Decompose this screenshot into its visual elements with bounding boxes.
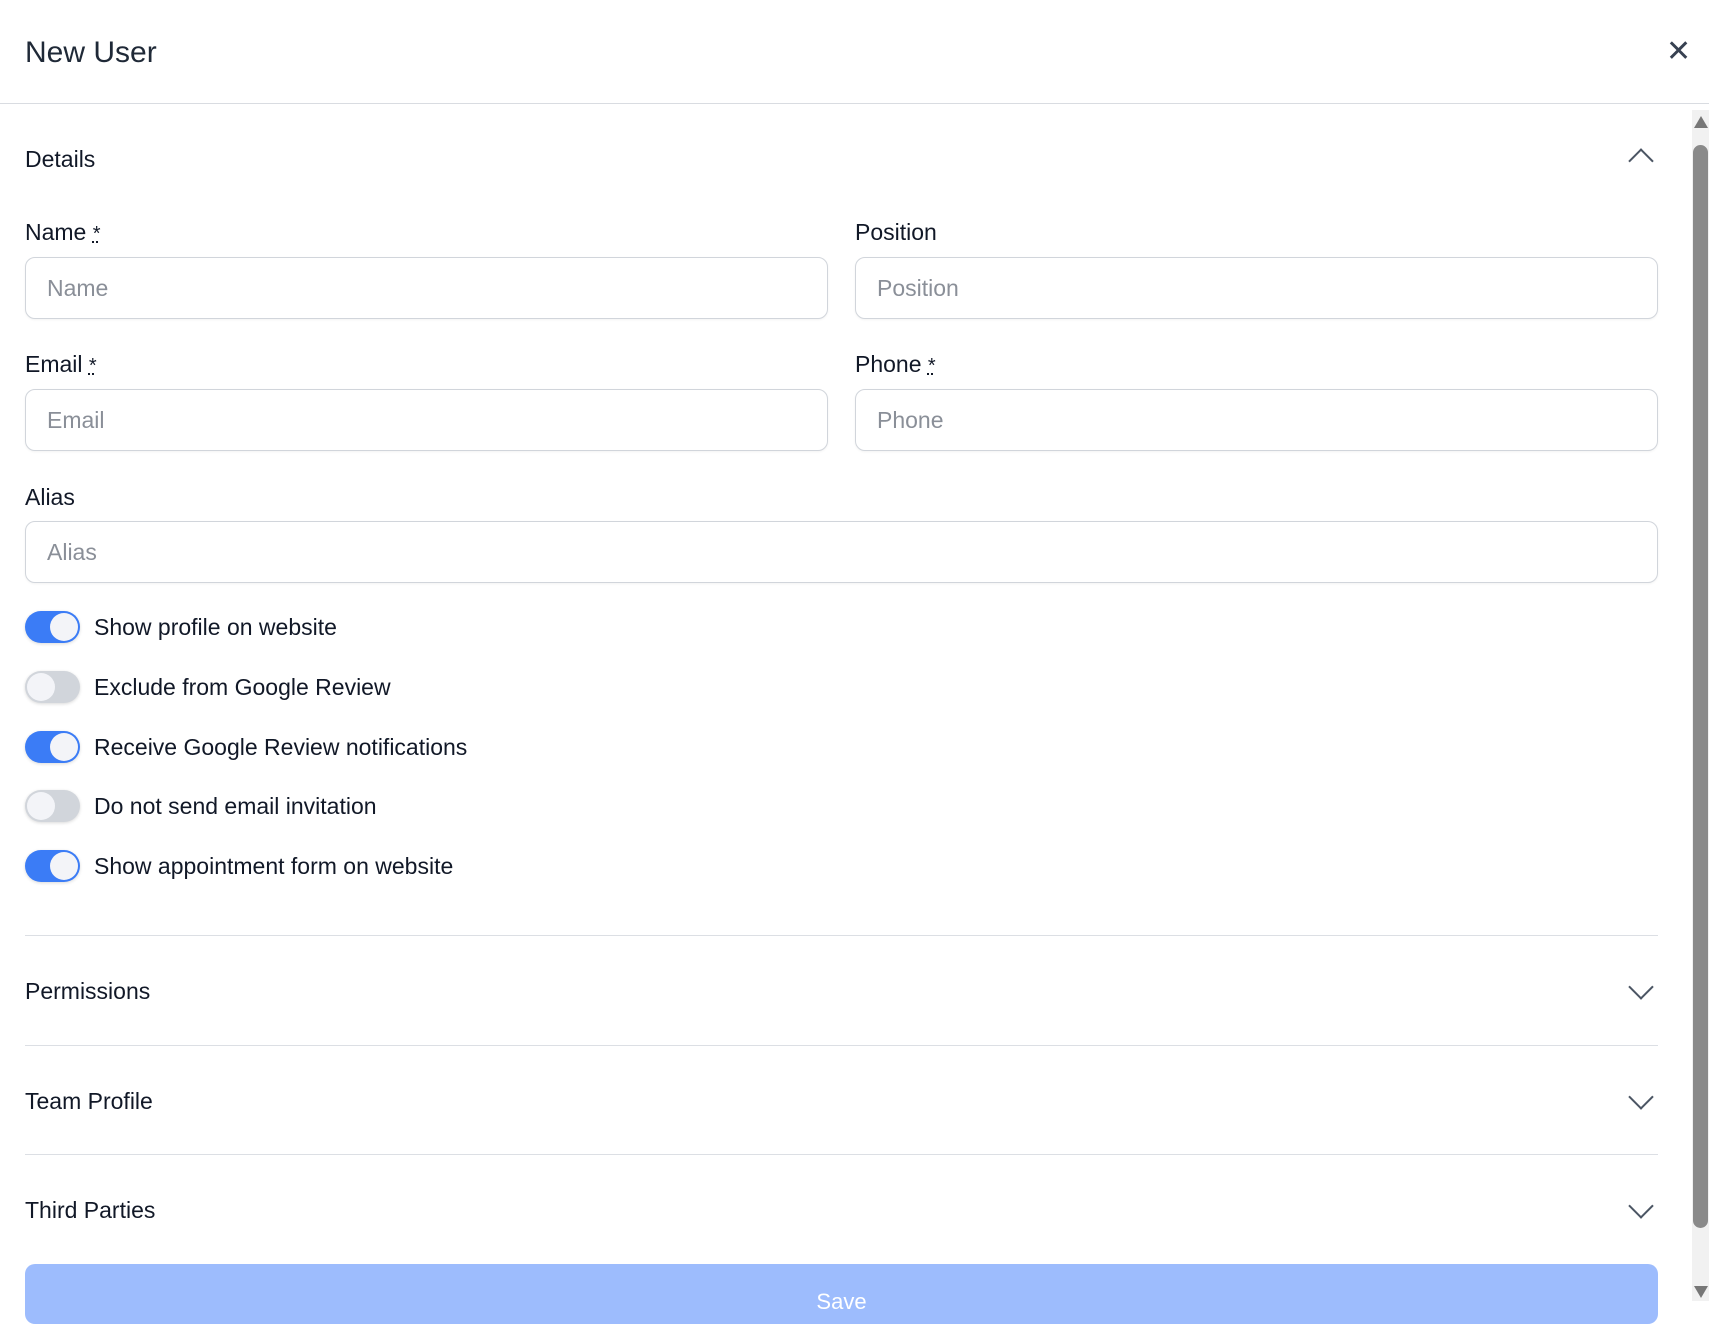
toggle-label: Show appointment form on website	[94, 853, 454, 879]
position-input[interactable]	[855, 257, 1658, 319]
name-label: Name *	[25, 219, 101, 246]
section-details-header[interactable]: Details	[25, 146, 95, 173]
toggle-knob	[50, 733, 78, 761]
scrollbar-thumb[interactable]	[1693, 145, 1708, 1228]
toggle-knob	[27, 792, 55, 820]
save-button[interactable]: Save	[25, 1264, 1658, 1324]
toggle-switch[interactable]	[25, 790, 80, 822]
required-marker: *	[88, 355, 97, 377]
toggle-label: Receive Google Review notifications	[94, 734, 468, 760]
chevron-up-icon[interactable]	[1628, 148, 1654, 174]
alias-input[interactable]	[25, 521, 1658, 583]
toggle-knob	[27, 673, 55, 701]
toggle-label: Exclude from Google Review	[94, 674, 391, 700]
toggle-switch[interactable]	[25, 731, 80, 763]
scroll-up-arrow-icon[interactable]	[1694, 116, 1708, 128]
alias-label: Alias	[25, 484, 75, 510]
toggle-knob	[50, 852, 78, 880]
divider	[25, 1045, 1658, 1046]
chevron-down-icon[interactable]	[1628, 1193, 1654, 1219]
toggle-switch[interactable]	[25, 850, 80, 882]
scroll-down-arrow-icon[interactable]	[1694, 1286, 1708, 1298]
section-permissions-header[interactable]: Permissions	[25, 978, 150, 1005]
toggle-switch[interactable]	[25, 671, 80, 703]
chevron-down-icon[interactable]	[1628, 974, 1654, 1000]
email-label-text: Email	[25, 351, 83, 377]
toggle-knob	[50, 613, 78, 641]
toggle-label: Do not send email invitation	[94, 793, 377, 819]
required-marker: *	[92, 223, 101, 245]
chevron-down-icon[interactable]	[1628, 1084, 1654, 1110]
phone-label: Phone *	[855, 351, 936, 378]
close-icon[interactable]: ✕	[1666, 34, 1691, 69]
name-label-text: Name	[25, 219, 87, 245]
divider	[25, 1154, 1658, 1155]
toggle-label: Show profile on website	[94, 614, 337, 640]
email-input[interactable]	[25, 389, 828, 451]
section-team-profile-header[interactable]: Team Profile	[25, 1088, 153, 1115]
phone-input[interactable]	[855, 389, 1658, 451]
name-input[interactable]	[25, 257, 828, 319]
required-marker: *	[927, 355, 936, 377]
dialog-header: New User ✕	[0, 0, 1709, 104]
position-label: Position	[855, 219, 937, 245]
dialog-title: New User	[25, 36, 157, 69]
divider	[25, 935, 1658, 936]
toggle-switch[interactable]	[25, 611, 80, 643]
email-label: Email *	[25, 351, 97, 378]
phone-label-text: Phone	[855, 351, 922, 377]
section-third-parties-header[interactable]: Third Parties	[25, 1197, 155, 1224]
